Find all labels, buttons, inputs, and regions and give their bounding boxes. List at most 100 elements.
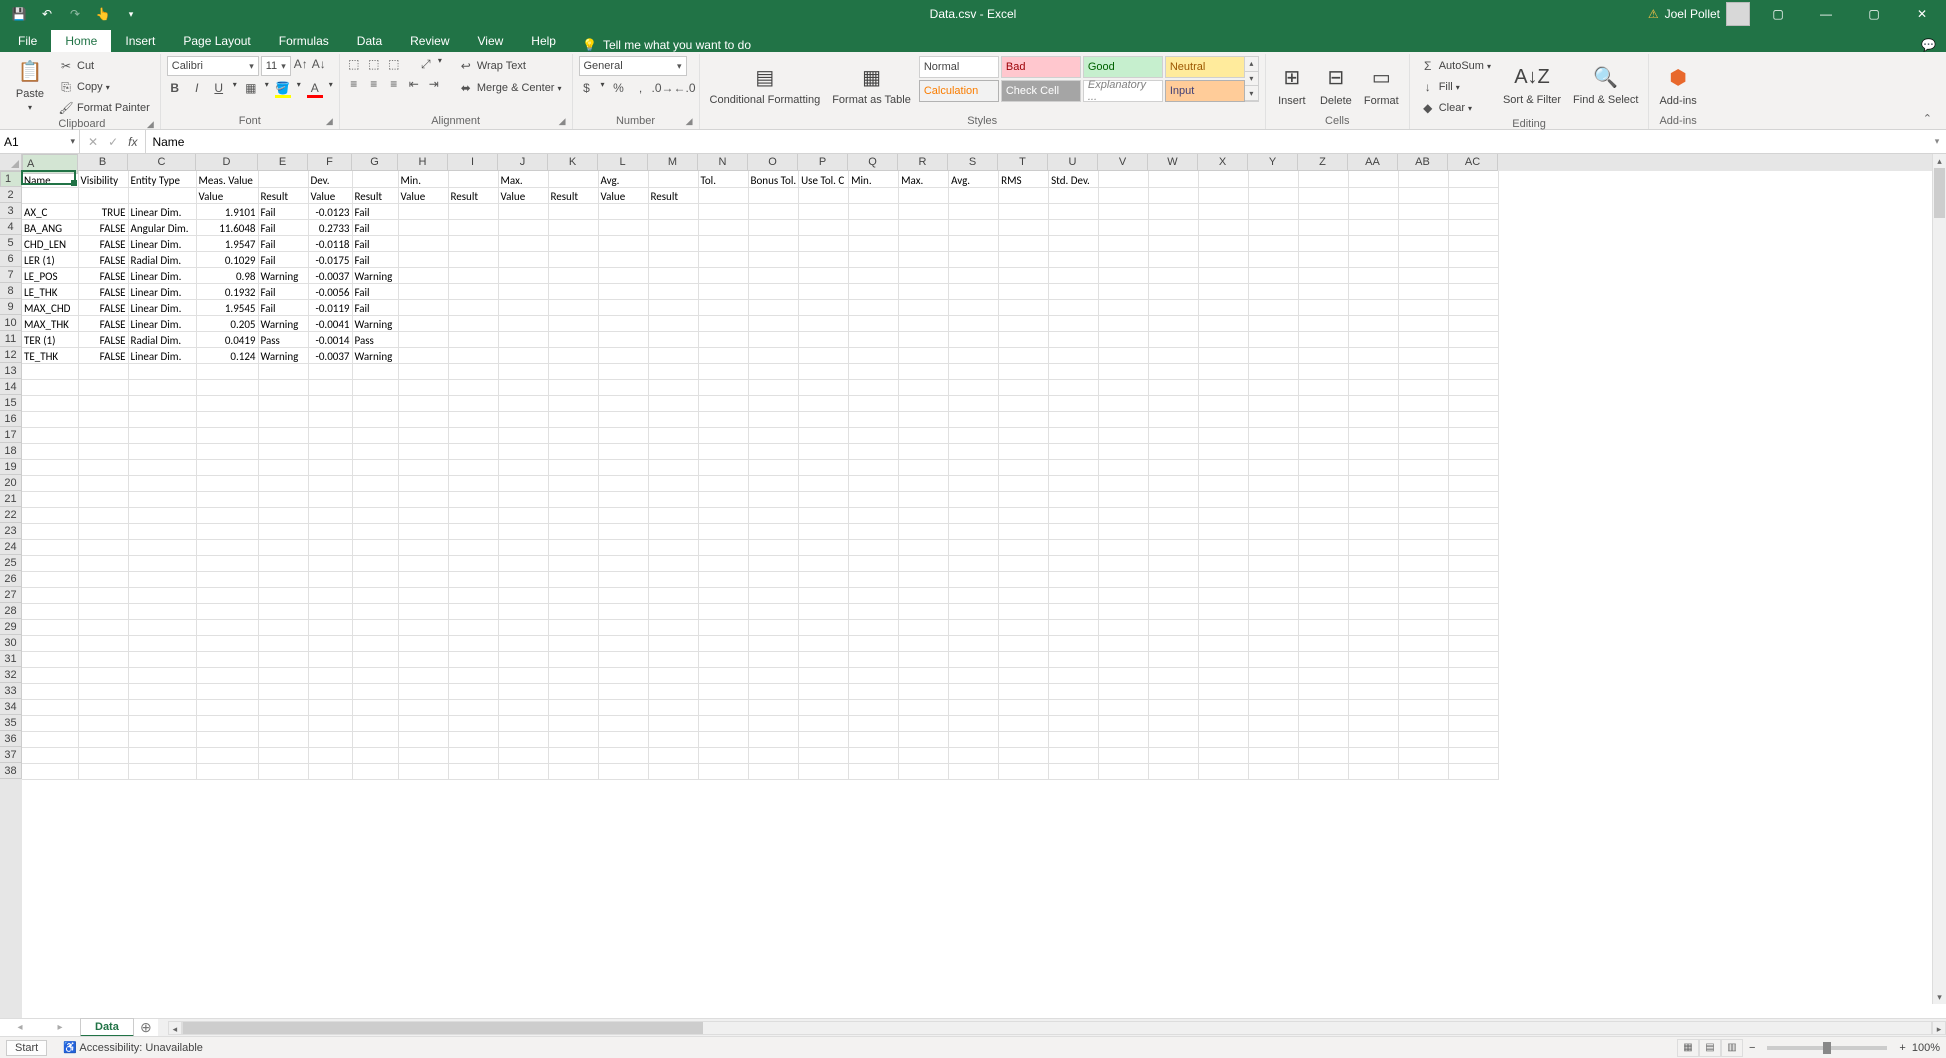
row-header-5[interactable]: 5	[0, 235, 22, 251]
cell-AA28[interactable]	[1349, 603, 1399, 619]
cell-AC2[interactable]	[1449, 187, 1499, 203]
cell-N7[interactable]	[698, 267, 748, 283]
cell-Q32[interactable]	[849, 667, 899, 683]
cell-Q21[interactable]	[849, 491, 899, 507]
cell-AB7[interactable]	[1399, 267, 1449, 283]
cell-A36[interactable]	[22, 731, 78, 747]
row-header-4[interactable]: 4	[0, 219, 22, 235]
cell-A11[interactable]: TER (1)	[22, 331, 78, 347]
cell-K28[interactable]	[548, 603, 598, 619]
cell-N27[interactable]	[698, 587, 748, 603]
cell-F16[interactable]	[308, 411, 352, 427]
cell-X7[interactable]	[1199, 267, 1249, 283]
cell-U33[interactable]	[1049, 683, 1099, 699]
cell-P9[interactable]	[799, 299, 849, 315]
clear-button[interactable]: ◆Clear ▾	[1416, 98, 1495, 118]
row-header-2[interactable]: 2	[0, 187, 22, 203]
cell-V6[interactable]	[1099, 251, 1149, 267]
insert-cells-button[interactable]: ⊞Insert	[1272, 56, 1312, 114]
cell-H25[interactable]	[398, 555, 448, 571]
tab-help[interactable]: Help	[517, 30, 570, 52]
cell-C19[interactable]	[128, 459, 196, 475]
cell-F33[interactable]	[308, 683, 352, 699]
cell-E1[interactable]	[258, 171, 308, 187]
cell-C2[interactable]	[128, 187, 196, 203]
format-cells-button[interactable]: ▭Format	[1360, 56, 1403, 114]
align-center-icon[interactable]: ≡	[366, 76, 382, 92]
cell-M21[interactable]	[648, 491, 698, 507]
cell-F10[interactable]: -0.0041	[308, 315, 352, 331]
cell-K33[interactable]	[548, 683, 598, 699]
cell-D20[interactable]	[196, 475, 258, 491]
cell-V3[interactable]	[1099, 203, 1149, 219]
cell-B37[interactable]	[78, 747, 128, 763]
cell-V23[interactable]	[1099, 523, 1149, 539]
cell-E8[interactable]: Fail	[258, 283, 308, 299]
col-header-Y[interactable]: Y	[1248, 154, 1298, 171]
cell-S9[interactable]	[949, 299, 999, 315]
cell-AA38[interactable]	[1349, 763, 1399, 779]
cell-I12[interactable]	[448, 347, 498, 363]
cell-P34[interactable]	[799, 699, 849, 715]
cell-D26[interactable]	[196, 571, 258, 587]
paste-button[interactable]: 📋 Paste ▾	[10, 56, 50, 114]
cell-X20[interactable]	[1199, 475, 1249, 491]
cell-X28[interactable]	[1199, 603, 1249, 619]
cell-I20[interactable]	[448, 475, 498, 491]
cell-T6[interactable]	[999, 251, 1049, 267]
align-left-icon[interactable]: ≡	[346, 76, 362, 92]
cell-Y28[interactable]	[1249, 603, 1299, 619]
cell-U21[interactable]	[1049, 491, 1099, 507]
row-header-28[interactable]: 28	[0, 603, 22, 619]
cell-J19[interactable]	[498, 459, 548, 475]
cell-U22[interactable]	[1049, 507, 1099, 523]
cell-P31[interactable]	[799, 651, 849, 667]
sheet-nav-buttons[interactable]: ◂▸	[0, 1019, 80, 1036]
cell-U18[interactable]	[1049, 443, 1099, 459]
cell-A24[interactable]	[22, 539, 78, 555]
tab-review[interactable]: Review	[396, 30, 463, 52]
row-header-23[interactable]: 23	[0, 523, 22, 539]
cell-H38[interactable]	[398, 763, 448, 779]
cell-B17[interactable]	[78, 427, 128, 443]
cell-L16[interactable]	[598, 411, 648, 427]
cell-AB6[interactable]	[1399, 251, 1449, 267]
col-header-P[interactable]: P	[798, 154, 848, 171]
cell-G2[interactable]: Result	[352, 187, 398, 203]
cell-J1[interactable]: Max.	[498, 171, 548, 187]
row-header-34[interactable]: 34	[0, 699, 22, 715]
cell-F25[interactable]	[308, 555, 352, 571]
cell-R2[interactable]	[899, 187, 949, 203]
cell-K38[interactable]	[548, 763, 598, 779]
cell-D36[interactable]	[196, 731, 258, 747]
cell-D28[interactable]	[196, 603, 258, 619]
cell-H20[interactable]	[398, 475, 448, 491]
cell-V21[interactable]	[1099, 491, 1149, 507]
cell-H32[interactable]	[398, 667, 448, 683]
cell-I28[interactable]	[448, 603, 498, 619]
cell-AB26[interactable]	[1399, 571, 1449, 587]
cell-F24[interactable]	[308, 539, 352, 555]
cell-P4[interactable]	[799, 219, 849, 235]
cell-E9[interactable]: Fail	[258, 299, 308, 315]
cell-F1[interactable]: Dev.	[308, 171, 352, 187]
cell-N1[interactable]: Tol.	[698, 171, 748, 187]
cell-Z22[interactable]	[1299, 507, 1349, 523]
cell-U27[interactable]	[1049, 587, 1099, 603]
cell-N12[interactable]	[698, 347, 748, 363]
cell-P36[interactable]	[799, 731, 849, 747]
cell-N30[interactable]	[698, 635, 748, 651]
cell-Q18[interactable]	[849, 443, 899, 459]
cell-E22[interactable]	[258, 507, 308, 523]
cell-L3[interactable]	[598, 203, 648, 219]
cell-Y3[interactable]	[1249, 203, 1299, 219]
cancel-formula-icon[interactable]: ✕	[88, 135, 98, 149]
cell-AC17[interactable]	[1449, 427, 1499, 443]
cell-A30[interactable]	[22, 635, 78, 651]
cell-M14[interactable]	[648, 379, 698, 395]
cell-Z34[interactable]	[1299, 699, 1349, 715]
cell-N10[interactable]	[698, 315, 748, 331]
cell-C25[interactable]	[128, 555, 196, 571]
cell-O20[interactable]	[748, 475, 799, 491]
cell-G28[interactable]	[352, 603, 398, 619]
